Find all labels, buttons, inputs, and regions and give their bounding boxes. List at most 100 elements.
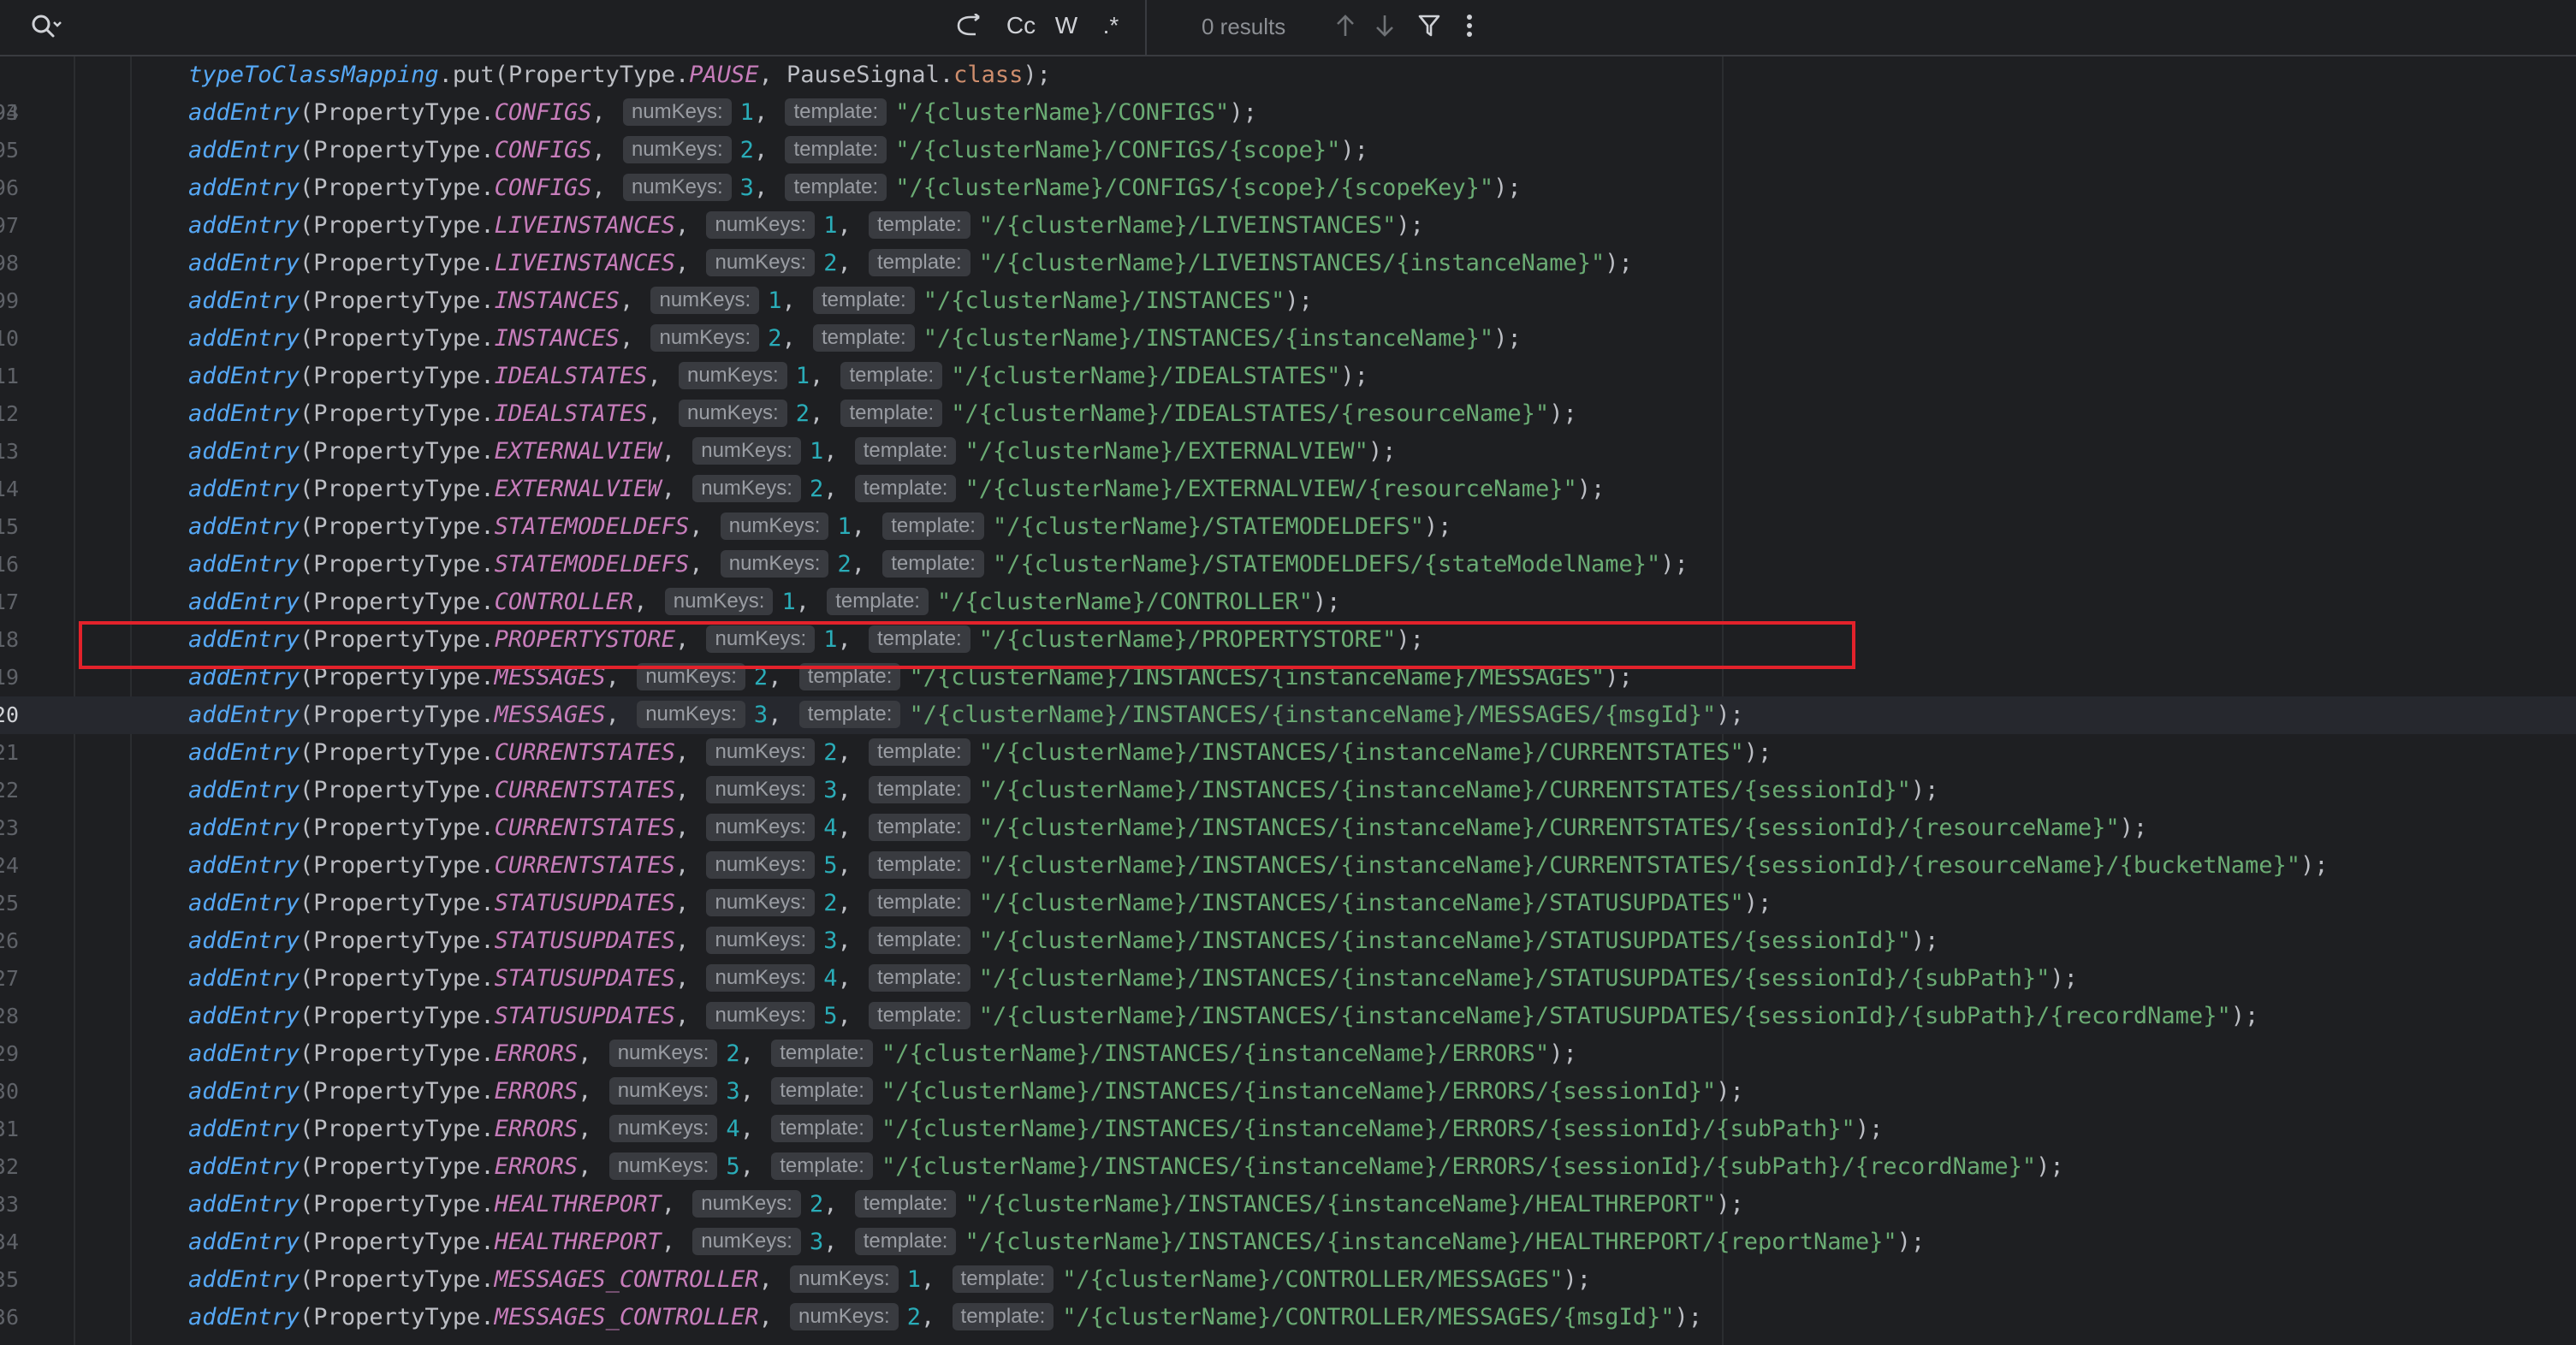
code-line[interactable]: 14 addEntry(PropertyType.EXTERNALVIEW, nu…	[0, 471, 2576, 508]
code-string: "/{clusterName}/LIVEINSTANCES"	[978, 212, 1397, 239]
line-number: 10	[0, 326, 19, 351]
code-field: ERRORS	[494, 1040, 579, 1067]
code-field: STATUSUPDATES	[494, 927, 675, 954]
code-field: CURRENTSTATES	[494, 777, 675, 803]
whole-words-button[interactable]: W	[1049, 9, 1083, 43]
code-field: LIVEINSTANCES	[494, 212, 675, 239]
code-line[interactable]: 99 addEntry(PropertyType.INSTANCES, numKe…	[0, 282, 2576, 320]
arrow-up-icon[interactable]	[1328, 9, 1362, 43]
code-line[interactable]: 12 addEntry(PropertyType.IDEALSTATES, num…	[0, 395, 2576, 433]
code-method: addEntry	[188, 1266, 300, 1293]
code-line[interactable]: 35 addEntry(PropertyType.MESSAGES_CONTROL…	[0, 1261, 2576, 1299]
code-text: addEntry(PropertyType.ERRORS, numKeys: 3,…	[188, 1073, 1744, 1111]
code-open: (PropertyType.	[300, 137, 495, 163]
numkeys-inlay-hint: numKeys:	[608, 1114, 718, 1142]
code-line[interactable]: 32 addEntry(PropertyType.ERRORS, numKeys:…	[0, 1148, 2576, 1186]
code-line[interactable]: 21 addEntry(PropertyType.CURRENTSTATES, n…	[0, 734, 2576, 772]
match-case-button[interactable]: Cc	[1000, 9, 1042, 43]
code-text: addEntry(PropertyType.HEALTHREPORT, numK…	[188, 1224, 1925, 1261]
template-inlay-hint: template:	[869, 1001, 970, 1029]
code-method: addEntry	[188, 137, 300, 163]
code-number: 2	[837, 551, 852, 578]
code-text: addEntry(PropertyType.CURRENTSTATES, num…	[188, 734, 1772, 772]
wrap-icon[interactable]	[950, 9, 989, 43]
code-comma: ,	[689, 551, 703, 578]
code-line[interactable]: 30 addEntry(PropertyType.ERRORS, numKeys:…	[0, 1073, 2576, 1111]
code-number: 1	[781, 589, 796, 615]
code-field: ERRORS	[494, 1116, 579, 1142]
arrow-down-icon[interactable]	[1368, 9, 1402, 43]
code-mid: , PauseSignal.	[758, 62, 954, 88]
code-string: "/{clusterName}/INSTANCES/{instanceName}…	[881, 1116, 1855, 1142]
code-line[interactable]: 16 addEntry(PropertyType.STATEMODELDEFS, …	[0, 546, 2576, 584]
numkeys-inlay-hint: numKeys:	[720, 549, 829, 578]
code-comma: ,	[781, 287, 796, 314]
code-line[interactable]: 22 addEntry(PropertyType.CURRENTSTATES, n…	[0, 772, 2576, 809]
code-close: );	[2300, 852, 2329, 879]
code-text: addEntry(PropertyType.HEALTHREPORT, numK…	[188, 1186, 1744, 1224]
code-comma: ,	[758, 1304, 773, 1330]
code-editor[interactable]: 93 typeToClassMapping.put(PropertyType.P…	[0, 56, 2576, 1345]
code-line[interactable]: 15 addEntry(PropertyType.STATEMODELDEFS, …	[0, 508, 2576, 546]
code-line[interactable]: 95 addEntry(PropertyType.CONFIGS, numKeys…	[0, 132, 2576, 169]
code-number: 1	[768, 287, 782, 314]
code-close: );	[1716, 1191, 1744, 1218]
code-line[interactable]: 13 addEntry(PropertyType.EXTERNALVIEW, nu…	[0, 433, 2576, 471]
line-number: 25	[0, 891, 19, 915]
code-line[interactable]: 11 addEntry(PropertyType.IDEALSTATES, num…	[0, 358, 2576, 395]
code-method: addEntry	[188, 965, 300, 992]
code-comma: ,	[753, 137, 769, 163]
filter-icon[interactable]	[1412, 9, 1446, 43]
code-line[interactable]: 98 addEntry(PropertyType.LIVEINSTANCES, n…	[0, 245, 2576, 282]
code-method: addEntry	[188, 438, 300, 465]
code-line[interactable]: 33 addEntry(PropertyType.HEALTHREPORT, nu…	[0, 1186, 2576, 1224]
more-options-icon[interactable]	[1457, 9, 1482, 43]
code-number: 4	[823, 815, 838, 841]
search-history-icon[interactable]	[29, 12, 63, 41]
code-line[interactable]: 28 addEntry(PropertyType.STATUSUPDATES, n…	[0, 998, 2576, 1035]
code-comma: ,	[591, 137, 606, 163]
code-method: addEntry	[188, 777, 300, 803]
code-number: 3	[823, 777, 838, 803]
code-line[interactable]: 23 addEntry(PropertyType.CURRENTSTATES, n…	[0, 809, 2576, 847]
code-line[interactable]: 96 addEntry(PropertyType.CONFIGS, numKeys…	[0, 169, 2576, 207]
code-string: "/{clusterName}/EXTERNALVIEW/{resourceNa…	[965, 476, 1577, 502]
code-comma: ,	[674, 890, 690, 916]
code-comma: ,	[823, 476, 838, 502]
template-inlay-hint: template:	[854, 436, 957, 465]
code-text: addEntry(PropertyType.CONTROLLER, numKey…	[188, 584, 1340, 621]
code-line[interactable]: 26 addEntry(PropertyType.STATUSUPDATES, n…	[0, 922, 2576, 960]
code-close: );	[1368, 438, 1397, 465]
line-number: 94	[0, 100, 19, 125]
code-line[interactable]: 93 typeToClassMapping.put(PropertyType.P…	[0, 56, 2576, 125]
code-comma: ,	[809, 400, 824, 427]
code-line[interactable]: 20 addEntry(PropertyType.MESSAGES, numKey…	[0, 696, 2576, 734]
code-call: .put(PropertyType.	[438, 62, 690, 88]
code-comma: ,	[837, 965, 852, 992]
code-line[interactable]: 97 addEntry(PropertyType.LIVEINSTANCES, n…	[0, 207, 2576, 245]
code-text: addEntry(PropertyType.LIVEINSTANCES, num…	[188, 207, 1424, 245]
code-line[interactable]: 29 addEntry(PropertyType.ERRORS, numKeys:…	[0, 1035, 2576, 1073]
code-field: CONFIGS	[494, 99, 592, 126]
code-line[interactable]: 94 addEntry(PropertyType.CONFIGS, numKeys…	[0, 94, 2576, 132]
code-line[interactable]: 17 addEntry(PropertyType.CONTROLLER, numK…	[0, 584, 2576, 621]
code-close: );	[1674, 1304, 1703, 1330]
code-line[interactable]: 24 addEntry(PropertyType.CURRENTSTATES, n…	[0, 847, 2576, 885]
code-line[interactable]: 27 addEntry(PropertyType.STATUSUPDATES, n…	[0, 960, 2576, 998]
code-text: addEntry(PropertyType.MESSAGES_CONTROLLE…	[188, 1261, 1591, 1299]
code-line[interactable]: 25 addEntry(PropertyType.STATUSUPDATES, n…	[0, 885, 2576, 922]
regex-button[interactable]: .*	[1094, 9, 1128, 43]
code-comma: ,	[578, 1078, 592, 1105]
code-open: (PropertyType.	[300, 1116, 495, 1142]
code-line[interactable]: 34 addEntry(PropertyType.HEALTHREPORT, nu…	[0, 1224, 2576, 1261]
code-line[interactable]: 10 addEntry(PropertyType.INSTANCES, numKe…	[0, 320, 2576, 358]
code-method: addEntry	[188, 1116, 300, 1142]
code-comma: ,	[739, 1116, 754, 1142]
line-number: 24	[0, 853, 19, 878]
code-line[interactable]: 31 addEntry(PropertyType.ERRORS, numKeys:…	[0, 1111, 2576, 1148]
code-string: "/{clusterName}/INSTANCES/{instanceName}…	[978, 815, 2120, 841]
code-comma: ,	[781, 325, 796, 352]
code-comma: ,	[851, 513, 865, 540]
code-line[interactable]: 36 addEntry(PropertyType.MESSAGES_CONTROL…	[0, 1299, 2576, 1336]
template-inlay-hint: template:	[869, 775, 970, 803]
